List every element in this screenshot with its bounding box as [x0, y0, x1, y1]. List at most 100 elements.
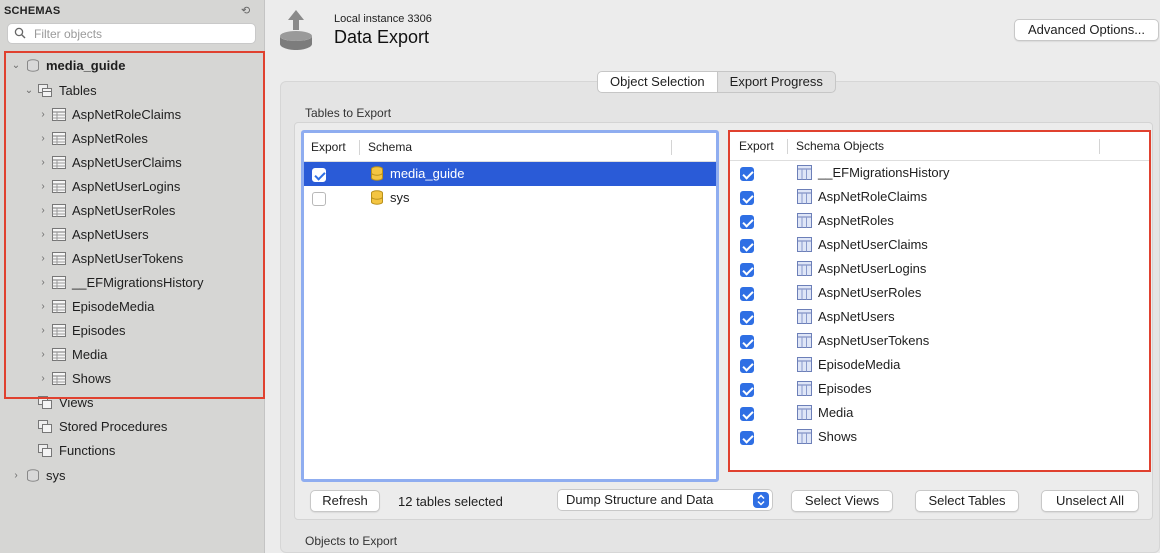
chevron-right-icon[interactable]: › [38, 253, 48, 265]
select-views-button[interactable]: Select Views [791, 490, 893, 512]
export-checkbox[interactable] [740, 287, 754, 301]
chevron-right-icon[interactable]: › [11, 470, 21, 482]
chevron-right-icon[interactable]: › [38, 205, 48, 217]
chevron-right-icon[interactable]: › [38, 109, 48, 121]
object-row[interactable]: AspNetUsers [730, 305, 1149, 329]
procedures-label: Stored Procedures [59, 419, 168, 434]
column-divider [1099, 139, 1100, 154]
schema-objects-list[interactable]: Export Schema Objects __EFMigrationsHist… [728, 130, 1151, 472]
export-checkbox[interactable] [740, 311, 754, 325]
tree-table-item[interactable]: › AspNetUsers [0, 224, 264, 246]
export-checkbox[interactable] [740, 215, 754, 229]
chevron-right-icon[interactable]: › [38, 181, 48, 193]
object-row[interactable]: Media [730, 401, 1149, 425]
tab-object-selection[interactable]: Object Selection [598, 72, 718, 92]
object-row[interactable]: AspNetRoles [730, 209, 1149, 233]
table-object-icon [797, 333, 812, 348]
chevron-right-icon[interactable]: › [38, 229, 48, 241]
table-name: AspNetUsers [72, 227, 149, 242]
tree-views-folder[interactable]: Views [0, 392, 264, 414]
object-row[interactable]: Shows [730, 425, 1149, 449]
export-checkbox[interactable] [740, 191, 754, 205]
unselect-all-button[interactable]: Unselect All [1041, 490, 1139, 512]
schema-name: media_guide [46, 58, 126, 73]
schema-name: sys [46, 468, 66, 483]
object-row-name: AspNetUserLogins [818, 261, 927, 276]
chevron-down-icon[interactable]: ⌄ [11, 60, 21, 72]
table-icon [52, 276, 66, 289]
schema-row[interactable]: media_guide [304, 162, 716, 186]
tree-table-item[interactable]: › AspNetRoleClaims [0, 104, 264, 126]
schema-list[interactable]: Export Schema media_guidesys [301, 130, 719, 482]
object-row[interactable]: Episodes [730, 377, 1149, 401]
export-checkbox[interactable] [740, 383, 754, 397]
tree-table-item[interactable]: › __EFMigrationsHistory [0, 272, 264, 294]
export-checkbox[interactable] [312, 192, 326, 206]
col-export-header[interactable]: Export [311, 133, 346, 161]
chevron-right-icon[interactable]: › [38, 349, 48, 361]
schema-row[interactable]: sys [304, 186, 716, 210]
tab-export-progress[interactable]: Export Progress [718, 72, 835, 92]
selection-status: 12 tables selected [398, 494, 503, 509]
refresh-schemas-icon[interactable]: ⟲ [241, 4, 250, 17]
tree-table-item[interactable]: › AspNetUserTokens [0, 248, 264, 270]
chevron-right-icon[interactable]: › [38, 157, 48, 169]
tree-table-item[interactable]: › AspNetUserLogins [0, 176, 264, 198]
filter-box[interactable] [7, 23, 256, 44]
table-icon [52, 252, 66, 265]
refresh-button[interactable]: Refresh [310, 490, 380, 512]
select-tables-button[interactable]: Select Tables [915, 490, 1019, 512]
export-checkbox[interactable] [740, 263, 754, 277]
export-checkbox[interactable] [740, 407, 754, 421]
filter-objects-input[interactable] [34, 26, 249, 41]
tree-table-item[interactable]: › EpisodeMedia [0, 296, 264, 318]
object-row[interactable]: AspNetUserTokens [730, 329, 1149, 353]
object-row-name: Shows [818, 429, 858, 444]
table-object-icon [797, 189, 812, 204]
tree-table-item[interactable]: › AspNetUserRoles [0, 200, 264, 222]
advanced-options-button[interactable]: Advanced Options... [1014, 19, 1159, 41]
object-row[interactable]: __EFMigrationsHistory [730, 161, 1149, 185]
tree-table-item[interactable]: › Media [0, 344, 264, 366]
col-objects-header[interactable]: Schema Objects [796, 132, 884, 160]
tree-table-item[interactable]: › Episodes [0, 320, 264, 342]
tree-schema-media-guide[interactable]: ⌄ media_guide [0, 55, 264, 77]
col-export-header[interactable]: Export [739, 132, 774, 160]
tree-table-item[interactable]: › AspNetRoles [0, 128, 264, 150]
table-object-icon [797, 261, 812, 276]
object-row[interactable]: AspNetUserRoles [730, 281, 1149, 305]
table-object-icon [797, 309, 812, 324]
chevron-down-icon[interactable]: ⌄ [24, 85, 34, 97]
object-row-name: AspNetRoleClaims [818, 189, 928, 204]
export-checkbox[interactable] [740, 167, 754, 181]
schema-db-icon [370, 190, 384, 205]
chevron-right-icon[interactable]: › [38, 277, 48, 289]
tree-procedures-folder[interactable]: Stored Procedures [0, 416, 264, 438]
object-row-name: AspNetUsers [818, 309, 895, 324]
tree-functions-folder[interactable]: Functions [0, 440, 264, 462]
export-checkbox[interactable] [740, 359, 754, 373]
export-checkbox[interactable] [740, 239, 754, 253]
chevron-right-icon[interactable]: › [38, 133, 48, 145]
object-row[interactable]: EpisodeMedia [730, 353, 1149, 377]
export-checkbox[interactable] [312, 168, 326, 182]
dump-option-select[interactable]: Dump Structure and Data [557, 489, 773, 511]
chevron-right-icon[interactable]: › [38, 301, 48, 313]
object-row[interactable]: AspNetUserLogins [730, 257, 1149, 281]
schema-row-name: media_guide [390, 166, 465, 181]
export-checkbox[interactable] [740, 335, 754, 349]
tree-table-item[interactable]: › AspNetUserClaims [0, 152, 264, 174]
chevron-right-icon[interactable]: › [38, 373, 48, 385]
export-checkbox[interactable] [740, 431, 754, 445]
select-arrows-icon[interactable] [753, 492, 769, 508]
object-row[interactable]: AspNetRoleClaims [730, 185, 1149, 209]
table-name: AspNetUserLogins [72, 179, 181, 194]
tree-table-item[interactable]: › Shows [0, 368, 264, 390]
col-schema-header[interactable]: Schema [368, 133, 412, 161]
table-name: EpisodeMedia [72, 299, 155, 314]
tree-tables-folder[interactable]: ⌄ Tables [0, 80, 264, 102]
object-row[interactable]: AspNetUserClaims [730, 233, 1149, 257]
tree-schema-sys[interactable]: › sys [0, 465, 264, 487]
chevron-right-icon[interactable]: › [38, 325, 48, 337]
table-object-icon [797, 213, 812, 228]
